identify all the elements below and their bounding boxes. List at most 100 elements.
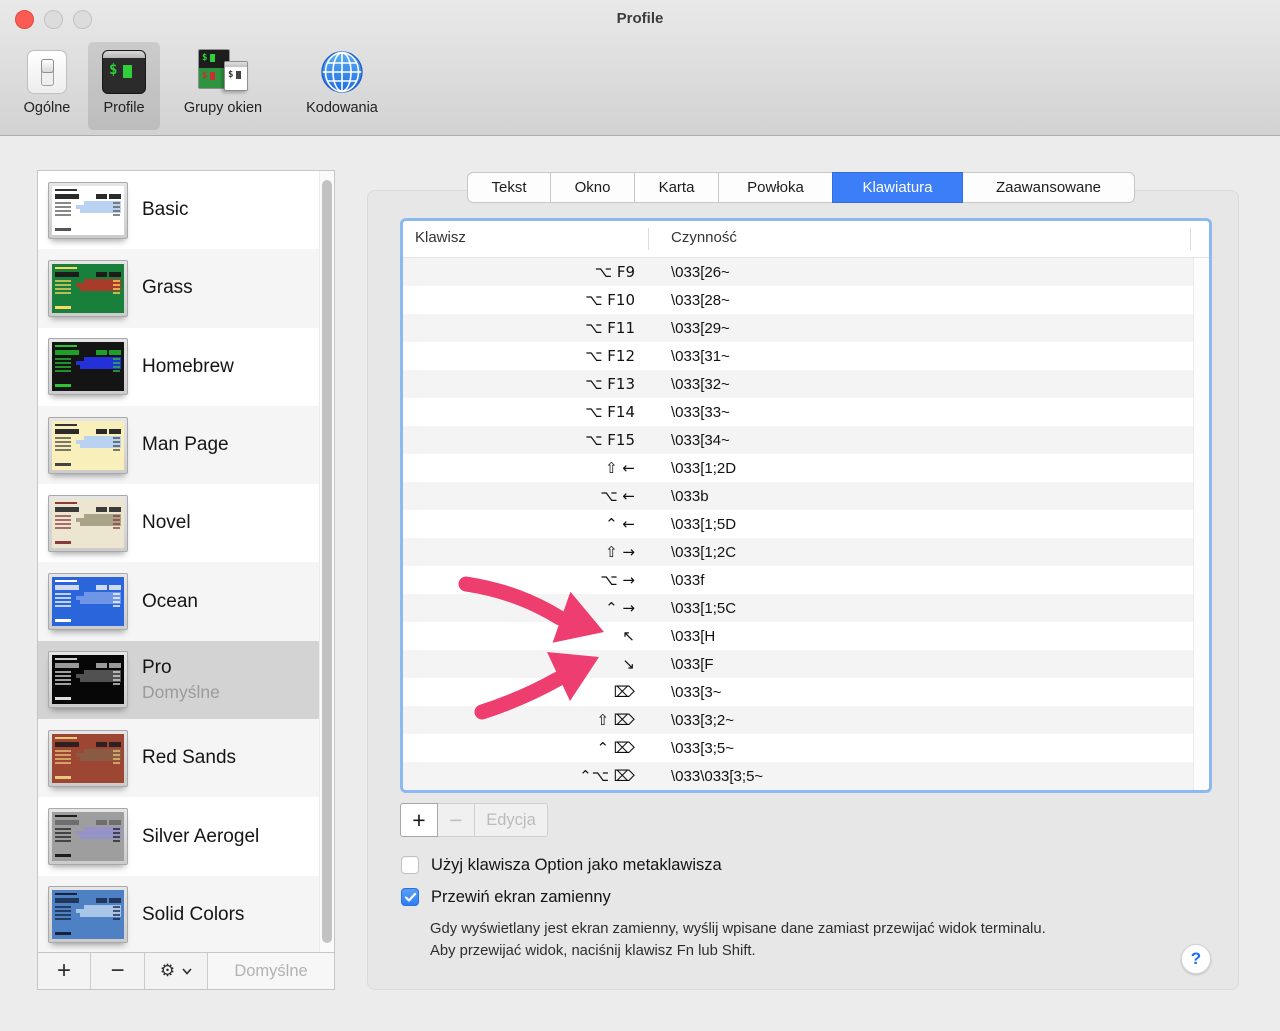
profile-row-novel[interactable]: Novel [38,484,319,562]
column-header-action[interactable]: Czynność [671,229,737,246]
help-text: Gdy wyświetlany jest ekran zamienny, wyś… [430,919,1170,962]
profile-gear-menu-button[interactable]: ⚙ [145,953,208,989]
profile-row-ocean[interactable]: Ocean [38,562,319,641]
table-row[interactable]: ⇧ ← \033[1;2D [403,454,1193,482]
table-row[interactable]: ⌥ ← \033b [403,482,1193,510]
toolbar-item-label: Kodowania [306,100,378,116]
action-cell: \033[1;2D [671,459,737,477]
profile-name: Pro [142,656,172,678]
table-row[interactable]: ⌥ F9 \033[26~ [403,258,1193,286]
action-cell: \033b [671,487,709,505]
action-cell: \033[34~ [671,431,730,449]
remove-profile-button[interactable]: − [91,953,145,989]
profile-thumbnail [48,494,128,552]
profile-thumbnail [48,808,128,866]
toggle-switch-icon [27,50,67,94]
window-group-icon: $ $ $ [196,49,250,95]
table-row[interactable]: ⇧ ⌦ \033[3;2~ [403,706,1193,734]
table-row[interactable]: ⌥ F11 \033[29~ [403,314,1193,342]
profile-thumbnail [48,259,128,317]
toolbar-item-general[interactable]: Ogólne [10,42,84,130]
profile-row-man-page[interactable]: Man Page [38,405,319,485]
profile-name: Novel [142,512,191,534]
column-header-key[interactable]: Klawisz [415,229,466,246]
profile-actions-bar: + − ⚙ Domyślne [37,952,335,990]
key-cell: ⌥ → [600,571,635,589]
table-row[interactable]: ⌦ \033[3~ [403,678,1193,706]
action-cell: \033[3~ [671,683,722,701]
gear-icon: ⚙ [159,961,176,981]
tab-okno[interactable]: Okno [550,172,635,203]
profile-row-silver-aerogel[interactable]: Silver Aerogel [38,797,319,875]
add-profile-button[interactable]: + [38,953,91,989]
profile-row-grass[interactable]: Grass [38,249,319,328]
key-cell: ↖ [622,627,635,645]
action-cell: \033[H [671,627,716,645]
checkbox-label: Przewiń ekran zamienny [431,887,611,906]
remove-shortcut-button[interactable]: − [437,803,475,837]
checkbox[interactable] [401,888,419,906]
key-cell: ⌥ F15 [585,431,635,449]
profile-name: Man Page [142,434,229,456]
profile-thumbnail [48,181,128,239]
key-cell: ⌥ ← [600,487,635,505]
toolbar-item-encodings[interactable]: Kodowania [288,42,396,130]
edit-shortcut-button[interactable]: Edycja [474,803,548,837]
profile-default-badge: Domyślne [142,681,220,702]
tab-klawiatura[interactable]: Klawiatura [832,172,963,203]
table-row[interactable]: ↖ \033[H [403,622,1193,650]
window-title: Profile [616,10,664,27]
table-row[interactable]: ⌥ F15 \033[34~ [403,426,1193,454]
key-cell: ⌃ ← [605,515,635,533]
tab-karta[interactable]: Karta [634,172,719,203]
profile-row-solid-colors[interactable]: Solid Colors [38,875,319,952]
key-cell: ⌃ ⌦ [596,739,635,757]
tab-tekst[interactable]: Tekst [467,172,551,203]
table-row[interactable]: ⌥ F14 \033[33~ [403,398,1193,426]
set-default-button[interactable]: Domyślne [208,953,334,989]
profile-row-red-sands[interactable]: Red Sands [38,719,319,798]
checkbox-row-2: Przewiń ekran zamienny [401,881,722,913]
terminal-preferences-window: Profile Ogólne $ Profile $ $ $ Grupy okien Kodo… [0,0,1280,1031]
toolbar-item-label: Grupy okien [183,100,263,116]
profile-row-pro[interactable]: Pro Domyślne [38,640,319,720]
profile-name: Grass [142,277,193,299]
action-cell: \033[26~ [671,263,730,281]
tab-bar: Tekst Okno Karta Powłoka Klawiatura Zaawansow… [467,172,1135,203]
table-row[interactable]: ⌥ F12 \033[31~ [403,342,1193,370]
table-row[interactable]: ⇧ → \033[1;2C [403,538,1193,566]
sidebar-scrollbar-thumb[interactable] [322,180,332,943]
profile-thumbnail [48,573,128,631]
checkbox[interactable] [401,856,419,874]
table-row[interactable]: ↘ \033[F [403,650,1193,678]
terminal-icon: $ [102,50,146,94]
profile-row-basic[interactable]: Basic [38,171,319,249]
table-row[interactable]: ⌥ F10 \033[28~ [403,286,1193,314]
profile-list: Basic Grass Homebrew Man Page Novel Ocean Pro D… [38,171,319,952]
table-scrollbar-track[interactable] [1193,258,1209,790]
help-text-line1: Gdy wyświetlany jest ekran zamienny, wyś… [430,921,1046,937]
checkbox-row-1: Użyj klawisza Option jako metaklawisza [401,849,722,881]
action-cell: \033[1;5C [671,599,737,617]
action-cell: \033[28~ [671,291,730,309]
profile-name: Silver Aerogel [142,825,260,847]
tab-zaawansowane[interactable]: Zaawansowane [962,172,1135,203]
sidebar-scrollbar[interactable] [319,171,334,952]
column-divider [1190,228,1191,250]
table-row[interactable]: ⌃ ⌦ \033[3;5~ [403,734,1193,762]
tab-pow-oka[interactable]: Powłoka [718,172,833,203]
add-shortcut-button[interactable]: + [400,803,438,837]
toolbar-item-window-groups[interactable]: $ $ $ Grupy okien [164,42,282,130]
table-body: ⌥ F9 \033[26~ ⌥ F10 \033[28~ ⌥ F11 \033[29~ ⌥ … [403,258,1193,790]
key-cell: ⌥ F9 [594,263,635,281]
toolbar-item-profiles[interactable]: $ Profile [88,42,160,130]
help-button[interactable]: ? [1181,944,1211,974]
key-cell: ⇧ ⌦ [596,711,635,729]
table-row[interactable]: ⌃⌥ ⌦ \033\033[3;5~ [403,762,1193,790]
table-row[interactable]: ⌃ ← \033[1;5D [403,510,1193,538]
toolbar-item-label: Ogólne [23,100,71,116]
table-row[interactable]: ⌥ F13 \033[32~ [403,370,1193,398]
table-row[interactable]: ⌃ → \033[1;5C [403,594,1193,622]
profile-row-homebrew[interactable]: Homebrew [38,328,319,406]
table-row[interactable]: ⌥ → \033f [403,566,1193,594]
